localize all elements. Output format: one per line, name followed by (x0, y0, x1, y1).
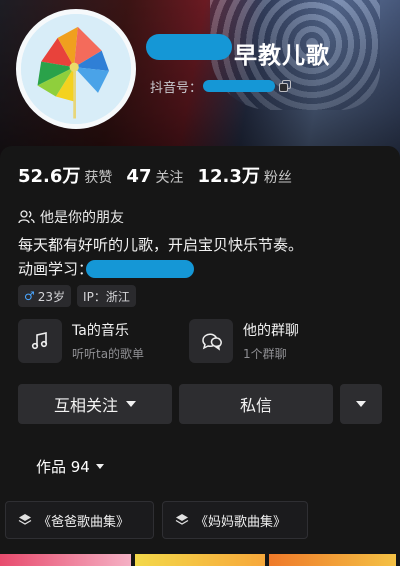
stat-value: 12.3万 (197, 166, 260, 187)
more-options-button[interactable] (340, 384, 382, 424)
stat-label: 粉丝 (263, 170, 292, 186)
chevron-down-icon (126, 401, 136, 407)
ip-tag: IP：浙江 (77, 285, 136, 307)
tab-works[interactable]: 作品 94 (36, 456, 104, 477)
chevron-down-icon (356, 401, 366, 407)
friends-icon (18, 210, 35, 224)
nickname-redaction (146, 34, 232, 60)
video-thumbnail[interactable] (0, 554, 131, 566)
douyin-id-label: 抖音号： (150, 81, 203, 96)
age-text: 23岁 (37, 289, 66, 304)
group-card-subtitle: 1个群聊 (243, 347, 287, 361)
stats-row: 52.6万 获赞 47 关注 12.3万 粉丝 (18, 162, 306, 188)
chevron-down-icon (95, 464, 104, 469)
stat-followers[interactable]: 12.3万 粉丝 (197, 162, 291, 188)
works-tab-label: 作品 94 (36, 458, 90, 476)
works-grid (0, 554, 400, 566)
bio-line-1: 每天都有好听的儿歌，开启宝贝快乐节奏。 (18, 236, 304, 254)
collection-title: 《爸爸歌曲集》 (38, 514, 130, 530)
friend-indicator: 他是你的朋友 (18, 207, 124, 227)
group-chat-card[interactable]: 他的群聊 1个群聊 (189, 318, 299, 364)
collection-chip-dad-songs[interactable]: 《爸爸歌曲集》 (5, 501, 154, 539)
avatar[interactable] (16, 9, 136, 129)
stat-value: 52.6万 (18, 166, 81, 187)
stat-label: 获赞 (84, 170, 113, 186)
music-note-icon (31, 332, 48, 350)
video-thumbnail[interactable] (134, 554, 266, 566)
ip-text: IP：浙江 (83, 289, 130, 304)
music-card-title: Ta的音乐 (72, 323, 129, 339)
video-thumbnail[interactable] (269, 554, 396, 566)
pinwheel-icon (21, 14, 131, 124)
male-icon: ♂ (24, 289, 35, 303)
music-card-subtitle: 听听ta的歌单 (72, 347, 145, 361)
profile-tags: ♂ 23岁 IP：浙江 (18, 285, 142, 307)
layers-icon (18, 514, 32, 525)
copy-icon[interactable] (279, 80, 291, 92)
stat-value: 47 (126, 166, 152, 187)
stat-likes[interactable]: 52.6万 获赞 (18, 162, 112, 188)
follow-button-label: 互相关注 (53, 396, 118, 415)
mutual-follow-button[interactable]: 互相关注 (18, 384, 172, 424)
age-tag: ♂ 23岁 (18, 285, 72, 307)
douyin-id-redaction (203, 80, 275, 92)
stat-following[interactable]: 47 关注 (126, 166, 183, 187)
music-card[interactable]: Ta的音乐 听听ta的歌单 (18, 318, 144, 364)
layers-icon (175, 514, 189, 525)
profile-nickname: 早教儿歌 (234, 43, 330, 69)
group-chat-icon (202, 333, 222, 351)
collection-title: 《妈妈歌曲集》 (195, 514, 287, 530)
stat-label: 关注 (155, 170, 184, 186)
collection-chip-mom-songs[interactable]: 《妈妈歌曲集》 (162, 501, 308, 539)
group-card-title: 他的群聊 (243, 323, 299, 339)
message-button-label: 私信 (239, 396, 272, 415)
message-button[interactable]: 私信 (179, 384, 333, 424)
bio-line-2: 动画学习： (18, 260, 94, 278)
bio-redaction (86, 260, 194, 278)
friend-text: 他是你的朋友 (40, 210, 124, 226)
